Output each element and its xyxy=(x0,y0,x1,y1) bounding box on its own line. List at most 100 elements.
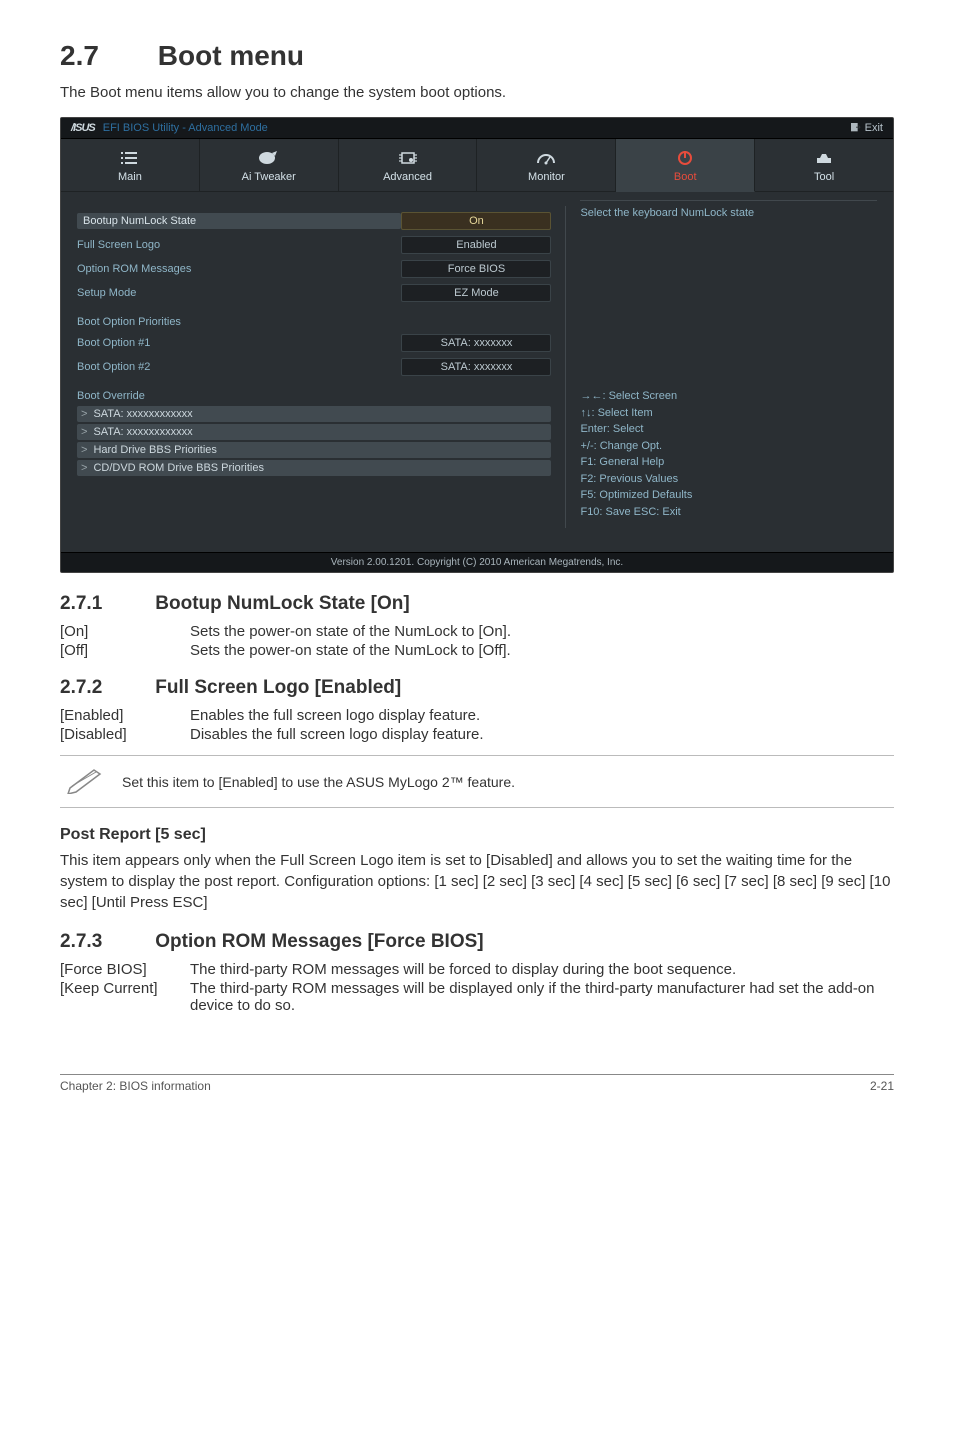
override-label: SATA: xxxxxxxxxxxx xyxy=(93,426,192,438)
override-item-2[interactable]: > Hard Drive BBS Priorities xyxy=(77,442,551,458)
boot-override-header: Boot Override xyxy=(77,390,551,402)
option-row: [Off]Sets the power-on state of the NumL… xyxy=(60,642,894,659)
chip-icon xyxy=(339,149,477,167)
option-desc: Sets the power-on state of the NumLock t… xyxy=(190,623,894,640)
bios-footer: Version 2.00.1201. Copyright (C) 2010 Am… xyxy=(61,552,893,572)
subsection-name: Full Screen Logo [Enabled] xyxy=(155,677,401,698)
exit-label: Exit xyxy=(865,122,883,134)
section-2-7-3-title: 2.7.3 Option ROM Messages [Force BIOS] xyxy=(60,931,894,953)
field-value[interactable]: SATA: xxxxxxx xyxy=(401,358,551,376)
override-item-1[interactable]: > SATA: xxxxxxxxxxxx xyxy=(77,424,551,440)
bios-subtitle: EFI BIOS Utility - Advanced Mode xyxy=(103,122,268,134)
right-hint-top: Select the keyboard NumLock state xyxy=(580,200,877,219)
post-report-heading: Post Report [5 sec] xyxy=(60,826,894,844)
field-setup-mode[interactable]: Setup Mode EZ Mode xyxy=(77,284,551,302)
page-footer: Chapter 2: BIOS information 2-21 xyxy=(60,1074,894,1093)
page-title: 2.7 Boot menu xyxy=(60,40,894,72)
field-label: Option ROM Messages xyxy=(77,263,401,275)
option-desc: Disables the full screen logo display fe… xyxy=(190,726,894,743)
boot-priorities-header: Boot Option Priorities xyxy=(77,316,551,328)
override-label: CD/DVD ROM Drive BBS Priorities xyxy=(93,462,264,474)
field-value[interactable]: EZ Mode xyxy=(401,284,551,302)
field-boot-option-2[interactable]: Boot Option #2 SATA: xxxxxxx xyxy=(77,358,551,376)
exit-button[interactable]: Exit xyxy=(851,122,883,134)
field-value[interactable]: On xyxy=(401,212,551,230)
option-key: [Disabled] xyxy=(60,726,190,743)
tab-monitor[interactable]: Monitor xyxy=(477,139,616,192)
field-fullscreen-logo[interactable]: Full Screen Logo Enabled xyxy=(77,236,551,254)
subsection-number: 2.7.2 xyxy=(60,677,150,699)
section-number: 2.7 xyxy=(60,40,150,72)
gauge-icon xyxy=(477,149,615,167)
tab-label: Tool xyxy=(814,171,834,183)
chevron-right-icon: > xyxy=(81,444,87,456)
override-label: SATA: xxxxxxxxxxxx xyxy=(93,408,192,420)
tab-ai-tweaker[interactable]: Ai Tweaker xyxy=(200,139,339,192)
field-label: Boot Option #2 xyxy=(77,361,401,373)
section-name: Boot menu xyxy=(158,40,304,71)
nav-hint: F5: Optimized Defaults xyxy=(580,487,877,504)
option-key: [Enabled] xyxy=(60,707,190,724)
override-label: Hard Drive BBS Priorities xyxy=(93,444,216,456)
intro-text: The Boot menu items allow you to change … xyxy=(60,84,894,101)
tab-label: Boot xyxy=(674,171,697,183)
note-text: Set this item to [Enabled] to use the AS… xyxy=(122,774,515,790)
nav-hint: →←: Select Screen xyxy=(580,388,877,405)
field-value[interactable]: Force BIOS xyxy=(401,260,551,278)
tab-boot[interactable]: Boot xyxy=(616,139,755,192)
footer-left: Chapter 2: BIOS information xyxy=(60,1079,211,1093)
override-item-0[interactable]: > SATA: xxxxxxxxxxxx xyxy=(77,406,551,422)
footer-right: 2-21 xyxy=(870,1079,894,1093)
note-pencil-icon xyxy=(64,764,106,799)
field-label: Boot Option #1 xyxy=(77,337,401,349)
option-key: [Off] xyxy=(60,642,190,659)
nav-hint: +/-: Change Opt. xyxy=(580,438,877,455)
nav-hint: F1: General Help xyxy=(580,454,877,471)
tool-icon xyxy=(755,149,893,167)
nav-hint: ↑↓: Select Item xyxy=(580,405,877,422)
option-desc: Enables the full screen logo display fea… xyxy=(190,707,894,724)
section-2-7-2-title: 2.7.2 Full Screen Logo [Enabled] xyxy=(60,677,894,699)
option-key: [Force BIOS] xyxy=(60,961,190,978)
bios-logo: /ISUS xyxy=(71,122,95,134)
field-label: Full Screen Logo xyxy=(77,239,401,251)
nav-hint: Enter: Select xyxy=(580,421,877,438)
option-desc: Sets the power-on state of the NumLock t… xyxy=(190,642,894,659)
exit-icon xyxy=(851,123,861,133)
section-2-7-1-title: 2.7.1 Bootup NumLock State [On] xyxy=(60,593,894,615)
field-value[interactable]: Enabled xyxy=(401,236,551,254)
option-desc: The third-party ROM messages will be for… xyxy=(190,961,894,978)
nav-hints: →←: Select Screen ↑↓: Select Item Enter:… xyxy=(580,388,877,520)
bios-topbar: /ISUS EFI BIOS Utility - Advanced Mode E… xyxy=(61,118,893,139)
override-item-3[interactable]: >CD/DVD ROM Drive BBS Priorities xyxy=(77,460,551,476)
option-row: [Disabled]Disables the full screen logo … xyxy=(60,726,894,743)
option-desc: The third-party ROM messages will be dis… xyxy=(190,980,894,1014)
bios-window: /ISUS EFI BIOS Utility - Advanced Mode E… xyxy=(60,117,894,573)
field-bootup-numlock[interactable]: Bootup NumLock State On xyxy=(77,212,551,230)
option-row: [On]Sets the power-on state of the NumLo… xyxy=(60,623,894,640)
field-label: Setup Mode xyxy=(77,287,401,299)
bios-tabs: Main Ai Tweaker Advanced Monitor Boot xyxy=(61,139,893,192)
option-row: [Enabled]Enables the full screen logo di… xyxy=(60,707,894,724)
field-option-rom[interactable]: Option ROM Messages Force BIOS xyxy=(77,260,551,278)
note-block: Set this item to [Enabled] to use the AS… xyxy=(60,755,894,808)
tab-main[interactable]: Main xyxy=(61,139,200,192)
post-report-body: This item appears only when the Full Scr… xyxy=(60,850,894,913)
tab-label: Advanced xyxy=(383,171,432,183)
subsection-name: Option ROM Messages [Force BIOS] xyxy=(155,931,483,952)
tab-label: Ai Tweaker xyxy=(242,171,296,183)
chevron-right-icon: > xyxy=(81,426,87,438)
field-label: Bootup NumLock State xyxy=(77,213,401,229)
field-boot-option-1[interactable]: Boot Option #1 SATA: xxxxxxx xyxy=(77,334,551,352)
list-icon xyxy=(61,149,199,167)
tab-tool[interactable]: Tool xyxy=(755,139,893,192)
subsection-number: 2.7.1 xyxy=(60,593,150,615)
option-row: [Force BIOS]The third-party ROM messages… xyxy=(60,961,894,978)
subsection-number: 2.7.3 xyxy=(60,931,150,953)
tab-advanced[interactable]: Advanced xyxy=(339,139,478,192)
option-key: [Keep Current] xyxy=(60,980,190,1014)
nav-hint: F10: Save ESC: Exit xyxy=(580,504,877,521)
nav-hint: F2: Previous Values xyxy=(580,471,877,488)
chevron-right-icon: > xyxy=(81,408,87,420)
field-value[interactable]: SATA: xxxxxxx xyxy=(401,334,551,352)
